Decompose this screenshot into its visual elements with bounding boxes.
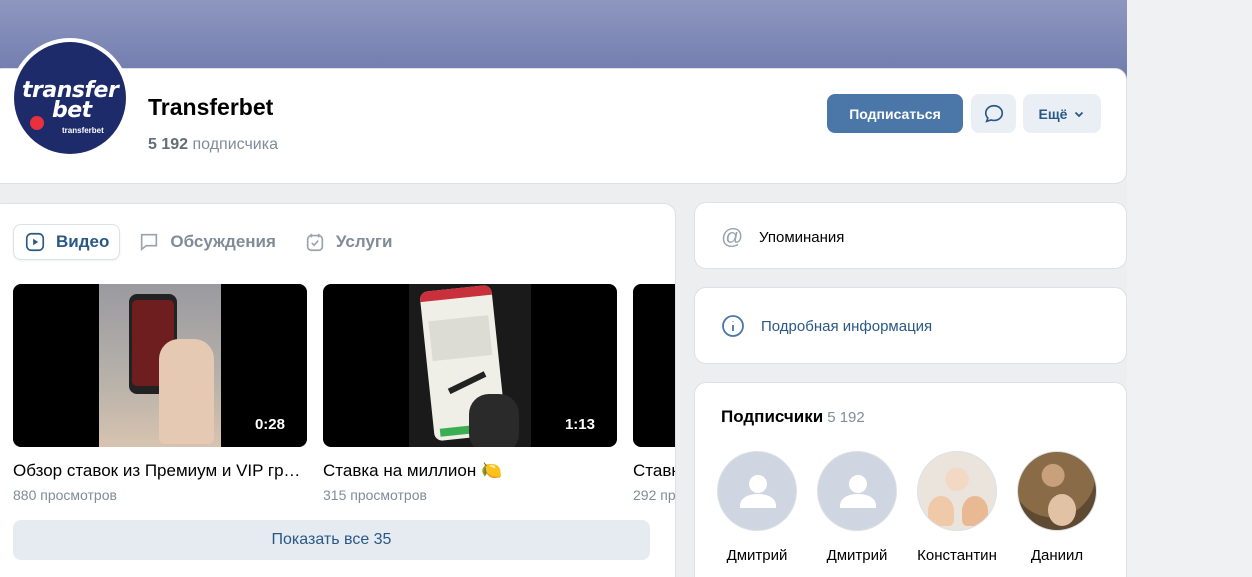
video-item[interactable]: Ставка 292 просмотра xyxy=(633,284,675,503)
video-title[interactable]: Обзор ставок из Премиум и VIP группы xyxy=(13,461,307,481)
video-duration: 1:13 xyxy=(564,416,595,433)
tab-discussions[interactable]: Обсуждения xyxy=(128,224,286,260)
thumbnail-image xyxy=(409,284,531,447)
subscriber-item[interactable]: Дмитрий xyxy=(717,451,797,564)
subscribers-title-label: Подписчики xyxy=(721,407,824,426)
subscribers-card: Подписчики 5 192 Дмитрий Дмитрий Констант… xyxy=(694,382,1127,577)
video-title[interactable]: Ставка xyxy=(633,461,675,481)
logo-text-line2: bet xyxy=(52,98,92,123)
video-duration: 0:28 xyxy=(254,416,285,433)
subscriber-name[interactable]: Константин xyxy=(907,547,1007,564)
subscriber-word: подписчика xyxy=(192,136,279,153)
discussion-icon xyxy=(141,233,158,252)
video-views: 315 просмотров xyxy=(323,487,427,503)
subscriber-number: 5 192 xyxy=(148,136,189,153)
avatar[interactable] xyxy=(1017,451,1097,531)
subscriber-item[interactable]: Даниил xyxy=(1017,451,1097,564)
chat-bubble-icon xyxy=(984,104,1003,123)
video-thumbnail[interactable]: 0:28 xyxy=(13,284,307,447)
logo-subtext: transferbet xyxy=(62,126,104,135)
subscriber-item[interactable]: Константин xyxy=(917,451,997,564)
video-list: 0:28 Обзор ставок из Премиум и VIP групп… xyxy=(13,284,675,509)
avatar[interactable] xyxy=(917,451,997,531)
subscriber-name[interactable]: Дмитрий xyxy=(707,547,807,564)
subscribers-count: 5 192 xyxy=(827,409,865,426)
info-card[interactable]: Подробная информация xyxy=(694,287,1127,364)
message-button[interactable] xyxy=(971,94,1016,133)
show-all-videos-button[interactable]: Показать все 35 xyxy=(13,520,650,560)
hand-image xyxy=(159,339,214,444)
video-views: 880 просмотров xyxy=(13,487,117,503)
info-label: Подробная информация xyxy=(761,317,933,335)
mentions-label: Упоминания xyxy=(759,228,845,246)
group-name: Transferbet xyxy=(148,94,274,120)
at-icon: @ xyxy=(721,224,744,249)
more-label: Ещё xyxy=(1038,105,1068,122)
page-right-margin xyxy=(1127,0,1252,577)
transferbet-logo: transfer bet transferbet xyxy=(14,42,126,154)
default-avatar-icon[interactable] xyxy=(717,451,797,531)
more-button[interactable]: Ещё xyxy=(1023,94,1101,133)
video-thumbnail[interactable]: 1:13 xyxy=(323,284,617,447)
video-icon xyxy=(25,232,45,252)
video-item[interactable]: 1:13 Ставка на миллион 🍋 315 просмотров xyxy=(323,284,617,503)
services-icon xyxy=(306,233,324,252)
subscriber-name[interactable]: Дмитрий xyxy=(807,547,907,564)
tab-services[interactable]: Услуги xyxy=(294,224,403,260)
video-item[interactable]: 0:28 Обзор ставок из Премиум и VIP групп… xyxy=(13,284,307,503)
tab-video-label: Видео xyxy=(56,232,110,251)
thumbnail-image xyxy=(99,284,221,447)
chevron-down-icon xyxy=(1075,111,1084,117)
content-tabs: Видео Обсуждения Услуги xyxy=(13,224,410,260)
tab-discussions-label: Обсуждения xyxy=(170,232,276,251)
group-avatar[interactable]: transfer bet transferbet xyxy=(10,38,130,158)
subscribers-title[interactable]: Подписчики 5 192 xyxy=(721,407,865,427)
info-row[interactable]: Подробная информация xyxy=(721,314,932,338)
mentions-card[interactable]: @ Упоминания xyxy=(694,202,1127,269)
hand-image xyxy=(469,394,519,447)
subscriber-count[interactable]: 5 192 подписчика xyxy=(148,136,278,154)
subscribers-list: Дмитрий Дмитрий Константин Даниил xyxy=(717,451,1097,564)
tab-video[interactable]: Видео xyxy=(13,224,121,260)
info-icon xyxy=(722,315,744,337)
subscribe-button[interactable]: Подписаться xyxy=(827,94,963,133)
tab-services-label: Услуги xyxy=(335,232,393,251)
subscriber-item[interactable]: Дмитрий xyxy=(817,451,897,564)
video-thumbnail[interactable] xyxy=(633,284,675,447)
subscriber-name[interactable]: Даниил xyxy=(1007,547,1107,564)
video-title[interactable]: Ставка на миллион 🍋 xyxy=(323,461,617,481)
logo-ball-icon xyxy=(30,116,44,130)
default-avatar-icon[interactable] xyxy=(817,451,897,531)
video-views: 292 просмотра xyxy=(633,487,675,503)
mentions-row[interactable]: @ Упоминания xyxy=(721,224,844,250)
